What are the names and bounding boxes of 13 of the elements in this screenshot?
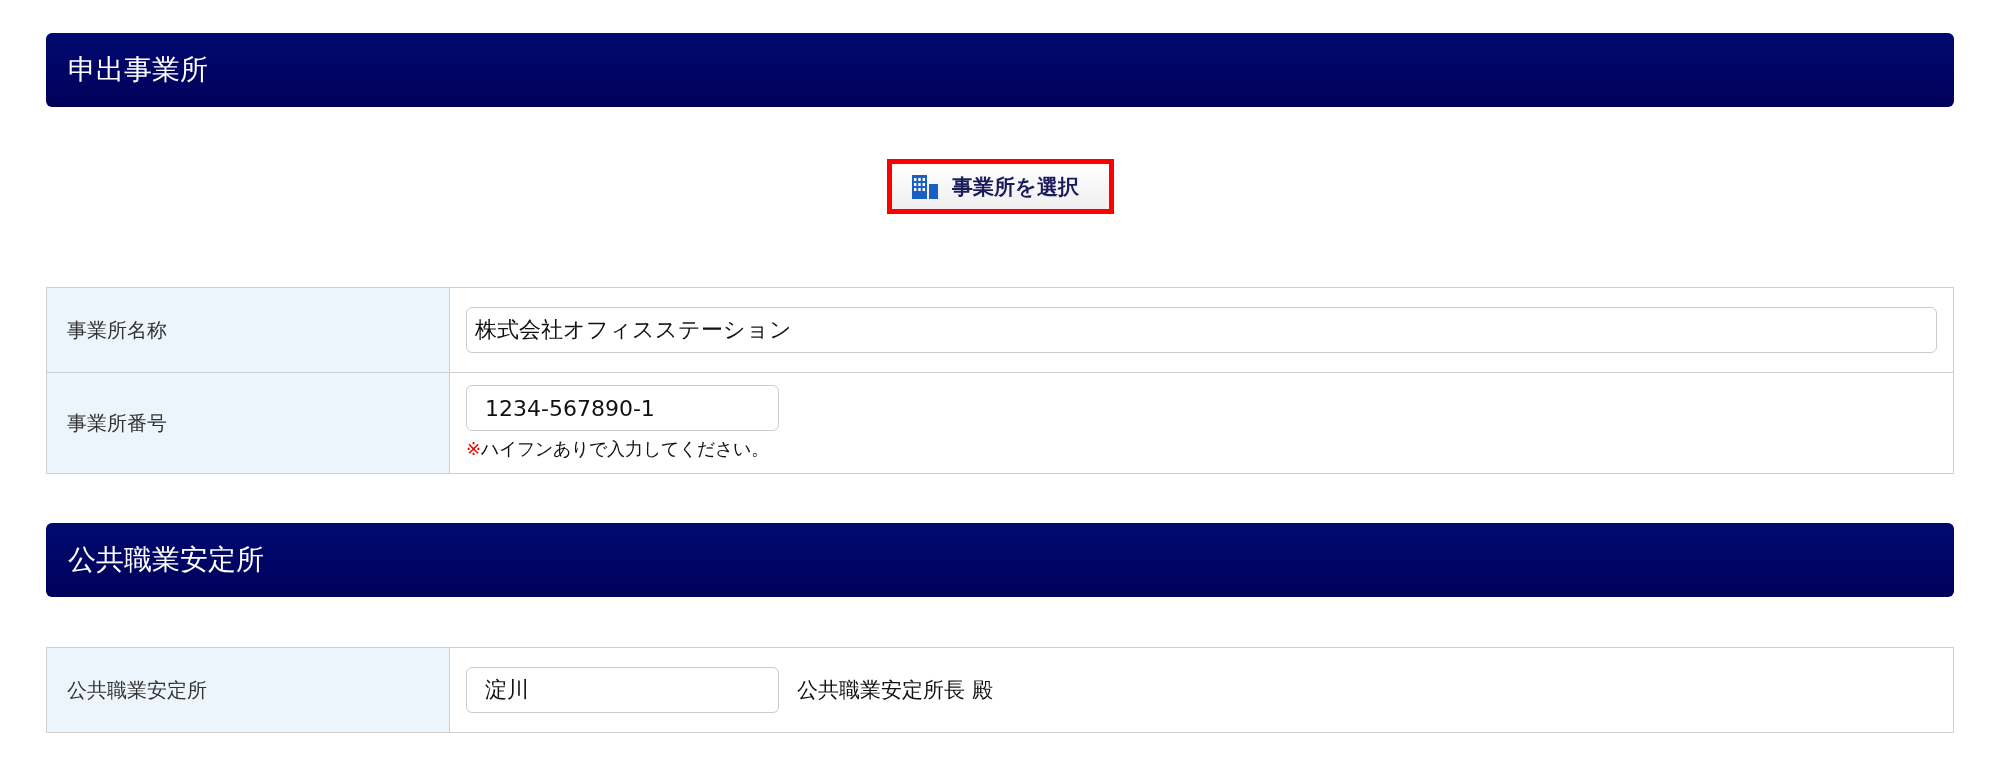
suffix-text: 公共職業安定所長 殿: [797, 677, 993, 704]
section-header: 公共職業安定所: [46, 523, 1954, 597]
field-label: 事業所番号: [46, 372, 450, 474]
text-field[interactable]: 1234-567890-1: [466, 385, 779, 431]
field-label: 事業所名称: [46, 287, 450, 373]
text-field[interactable]: 株式会社オフィスステーション: [466, 307, 1937, 353]
note-mark: ※: [466, 438, 482, 459]
field-label: 公共職業安定所: [46, 647, 450, 733]
section-header: 申出事業所: [46, 33, 1954, 107]
building-icon: [911, 174, 938, 199]
hint-text: ハイフンありで入力してください。: [481, 438, 770, 459]
text-field[interactable]: 淀川: [466, 667, 779, 713]
select-office-button[interactable]: 事業所を選択: [886, 159, 1114, 214]
